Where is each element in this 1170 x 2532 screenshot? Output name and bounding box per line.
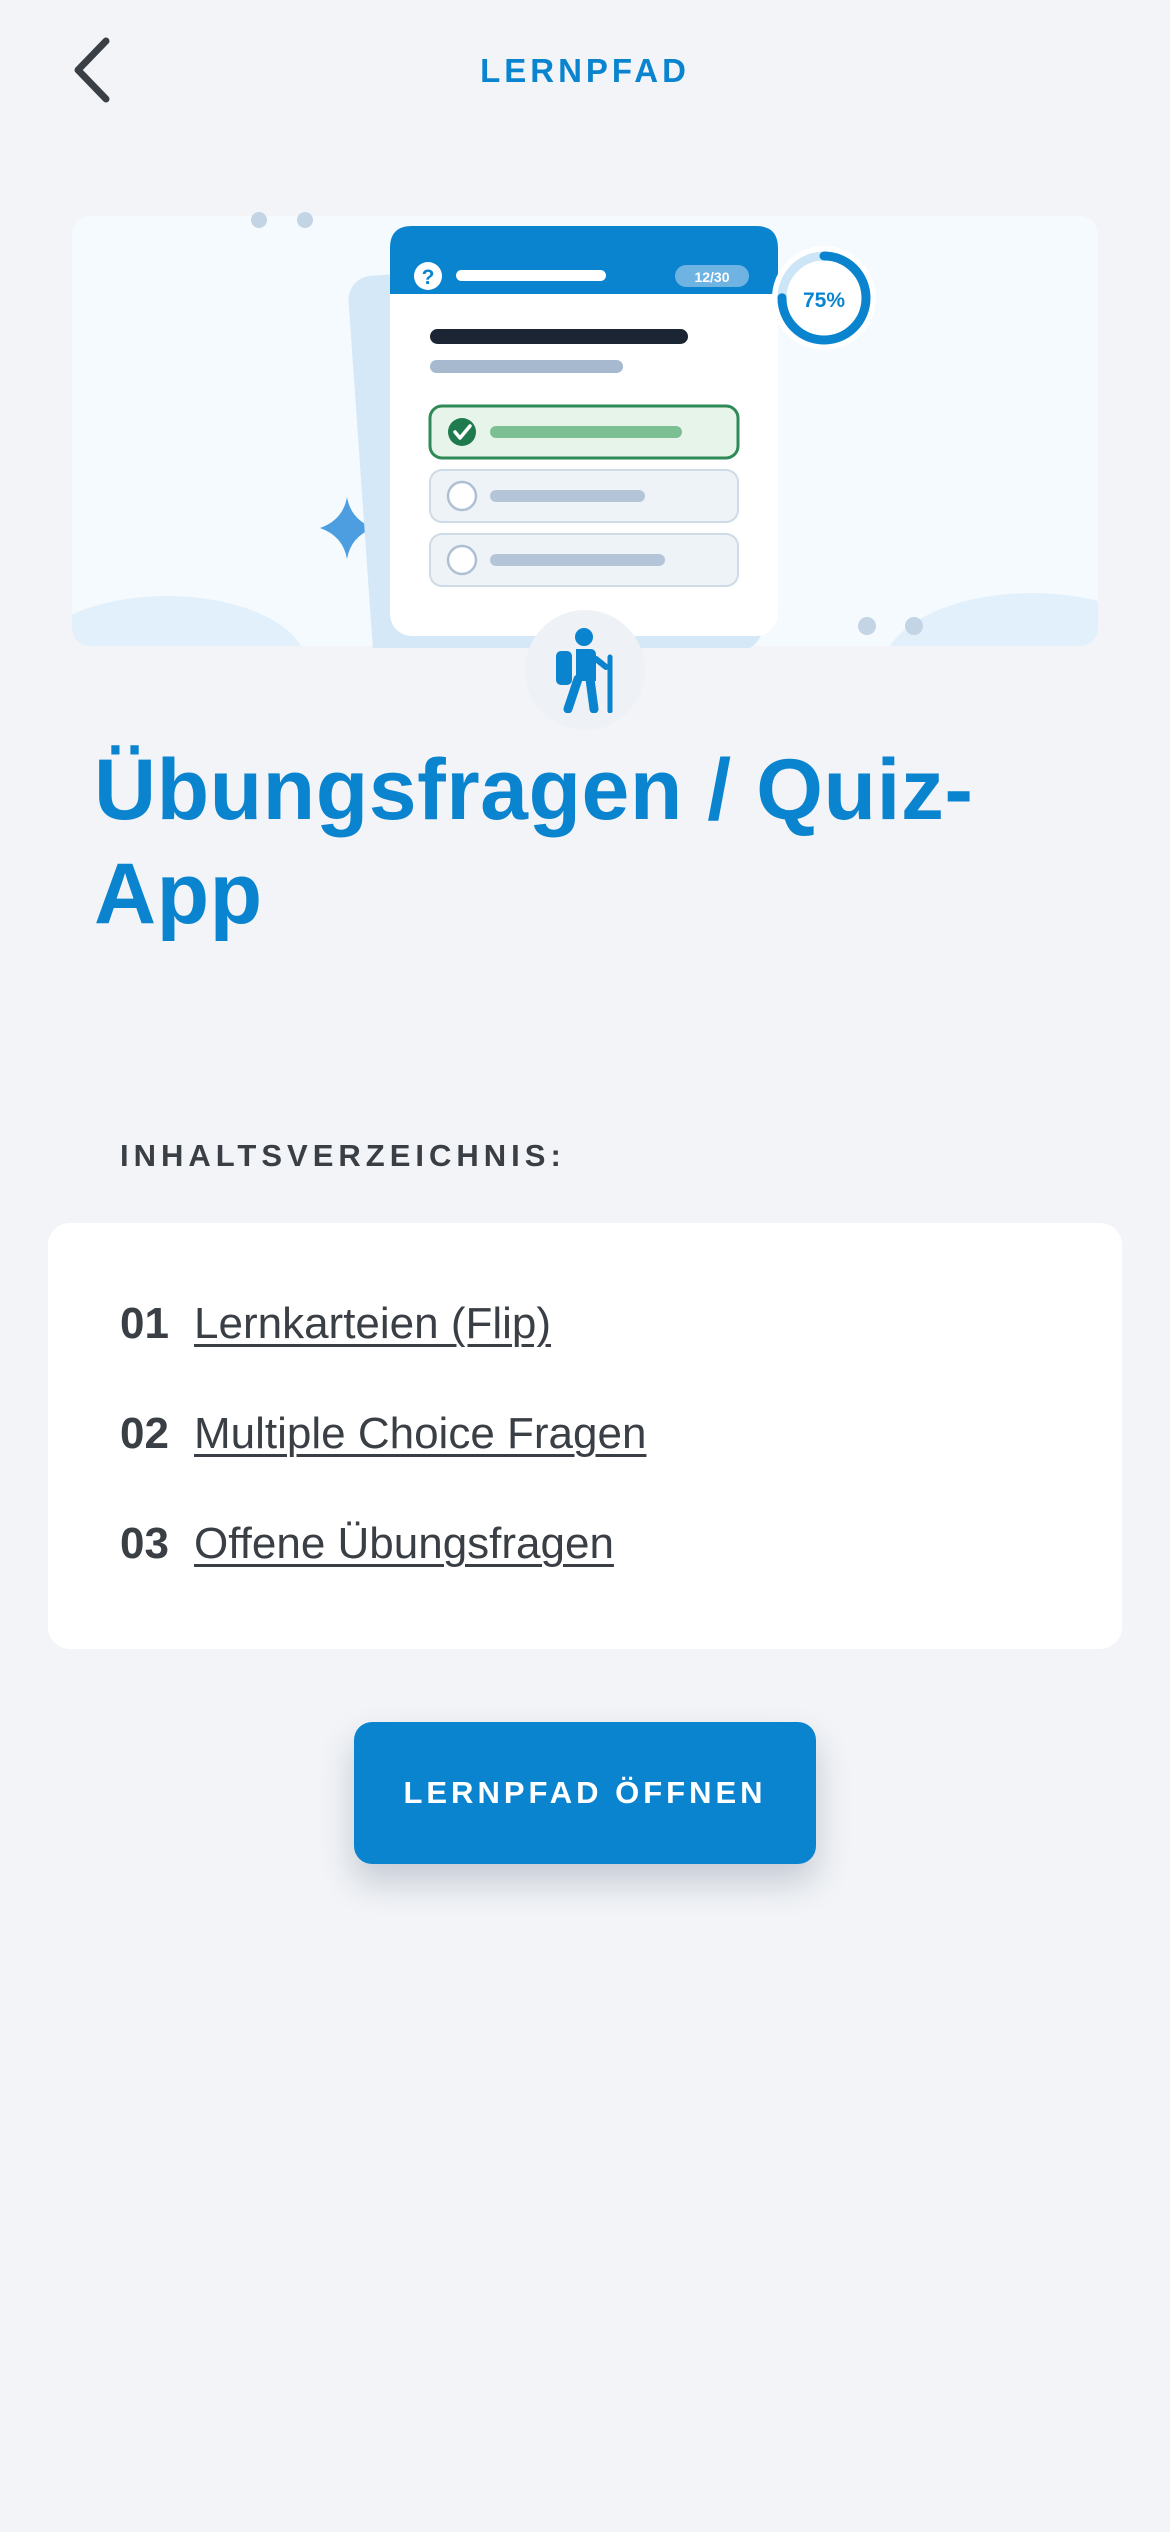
hiker-icon bbox=[556, 628, 613, 713]
open-learning-path-button[interactable]: LERNPFAD ÖFFNEN bbox=[354, 1722, 816, 1864]
question-mark-glyph: ? bbox=[422, 266, 435, 289]
toc-item-link[interactable]: Lernkarteien (Flip) bbox=[194, 1299, 551, 1349]
toc-heading: INHALTSVERZEICHNIS: bbox=[120, 1138, 566, 1173]
toc-item-number: 01 bbox=[120, 1299, 169, 1348]
progress-label: 75% bbox=[803, 289, 845, 312]
toc-item-number: 02 bbox=[120, 1409, 169, 1458]
hero-illustration: ? 12/30 75% bbox=[72, 212, 1098, 648]
top-bar: LERNPFAD bbox=[0, 0, 1170, 140]
header-title: LERNPFAD bbox=[480, 52, 690, 89]
toc-item-multiple-choice[interactable]: 02 Multiple Choice Fragen bbox=[120, 1409, 646, 1459]
quiz-counter: 12/30 bbox=[694, 269, 729, 285]
toc-item-link[interactable]: Offene Übungsfragen bbox=[194, 1519, 614, 1569]
toc-item-lernkarteien[interactable]: 01 Lernkarteien (Flip) bbox=[120, 1299, 551, 1349]
toc-item-link[interactable]: Multiple Choice Fragen bbox=[194, 1409, 646, 1459]
toc-item-number: 03 bbox=[120, 1519, 169, 1568]
quiz-app-illustration: ? 12/30 75% bbox=[251, 212, 923, 648]
toc-item-offene-fragen[interactable]: 03 Offene Übungsfragen bbox=[120, 1519, 614, 1569]
page-title: Übungsfragen / Quiz-App bbox=[94, 742, 974, 942]
toc-card: 01 Lernkarteien (Flip) 02 Multiple Choic… bbox=[48, 1223, 1122, 1649]
hiker-badge bbox=[525, 610, 645, 730]
